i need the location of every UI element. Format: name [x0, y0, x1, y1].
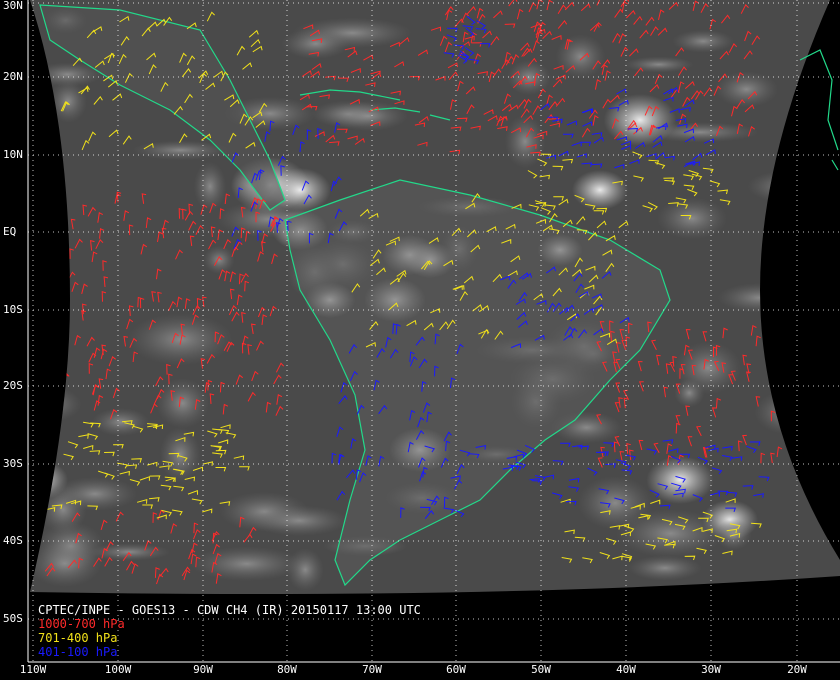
cloud-haze: [49, 80, 87, 123]
latitude-label: 30N: [3, 0, 23, 12]
latitude-label: 10N: [3, 148, 23, 161]
cloud-haze: [30, 386, 82, 423]
cloud-haze: [656, 197, 728, 240]
satellite-map-viewer: 30N 20N 10N EQ 10S 20S 30S 40S 50S 110W 100W 90W 80…: [0, 0, 840, 680]
latitude-label: EQ: [3, 225, 17, 238]
cloud-haze: [190, 546, 303, 582]
cloud-haze: [156, 378, 210, 429]
cloud-haze: [754, 390, 821, 435]
latitude-label: 10S: [3, 303, 23, 316]
cloud-haze: [30, 539, 102, 588]
cloud-haze: [555, 34, 606, 79]
cloud-haze: [627, 555, 702, 581]
cloud-haze: [286, 548, 324, 592]
cloud-haze: [787, 183, 830, 224]
cloud-haze: [717, 282, 802, 313]
cloud-haze: [577, 476, 653, 530]
wind-barb: [43, 84, 52, 95]
latitude-label: 40S: [3, 534, 23, 547]
legend-low-level: 1000-700 hPa: [38, 617, 125, 631]
longitude-label: 100W: [104, 663, 132, 676]
cloud-haze: [328, 101, 409, 132]
cloud-haze: [672, 29, 735, 53]
cloud-haze: [281, 28, 350, 59]
cloud-haze: [250, 505, 349, 536]
cloud-haze: [674, 378, 705, 408]
wind-barb: [775, 384, 780, 395]
cloud-haze: [193, 161, 227, 211]
earth-disk: [30, 0, 840, 594]
latitude-label: 20S: [3, 379, 23, 392]
wind-barb: [61, 358, 67, 370]
wind-barb: [780, 364, 785, 376]
cloud-haze: [747, 170, 826, 203]
legend-high-level: 401-100 hPa: [38, 645, 118, 659]
longitude-label: 70W: [362, 663, 382, 676]
longitude-label: 90W: [193, 663, 213, 676]
cloud-haze: [127, 313, 233, 366]
wind-barb: [779, 368, 785, 379]
wind-barb: [793, 425, 799, 437]
latitude-label: 20N: [3, 70, 23, 83]
wind-barb: [791, 415, 797, 426]
wind-barb: [783, 425, 789, 436]
cloud-patch: [572, 170, 628, 210]
latitude-label: 30S: [3, 457, 23, 470]
wind-barb: [786, 333, 792, 345]
image-caption: CPTEC/INPE - GOES13 - CDW CH4 (IR) 20150…: [38, 603, 421, 659]
cloud-haze: [623, 56, 694, 73]
caption-title: CPTEC/INPE - GOES13 - CDW CH4 (IR) 20150…: [38, 603, 421, 617]
wind-barb: [784, 358, 790, 370]
cloud-haze: [203, 245, 235, 274]
legend-mid-level: 701-400 hPa: [38, 631, 118, 645]
longitude-label: 60W: [446, 663, 466, 676]
wind-barb: [786, 358, 792, 370]
cloud-haze: [88, 543, 171, 561]
cloud-haze: [771, 309, 837, 339]
longitude-label: 110W: [19, 663, 47, 676]
wind-barb: [39, 133, 48, 145]
wind-barb: [786, 388, 793, 400]
longitude-label: 80W: [277, 663, 297, 676]
latitude-label: 50S: [3, 612, 23, 625]
longitude-label: 20W: [787, 663, 807, 676]
wind-barb: [44, 423, 56, 431]
longitude-label: 40W: [616, 663, 636, 676]
longitude-label: 30W: [701, 663, 721, 676]
wind-barb: [796, 385, 802, 397]
satellite-image-canvas: [27, 0, 840, 663]
longitude-label: 50W: [531, 663, 551, 676]
wind-barb: [792, 429, 798, 440]
wind-barb: [62, 238, 68, 250]
